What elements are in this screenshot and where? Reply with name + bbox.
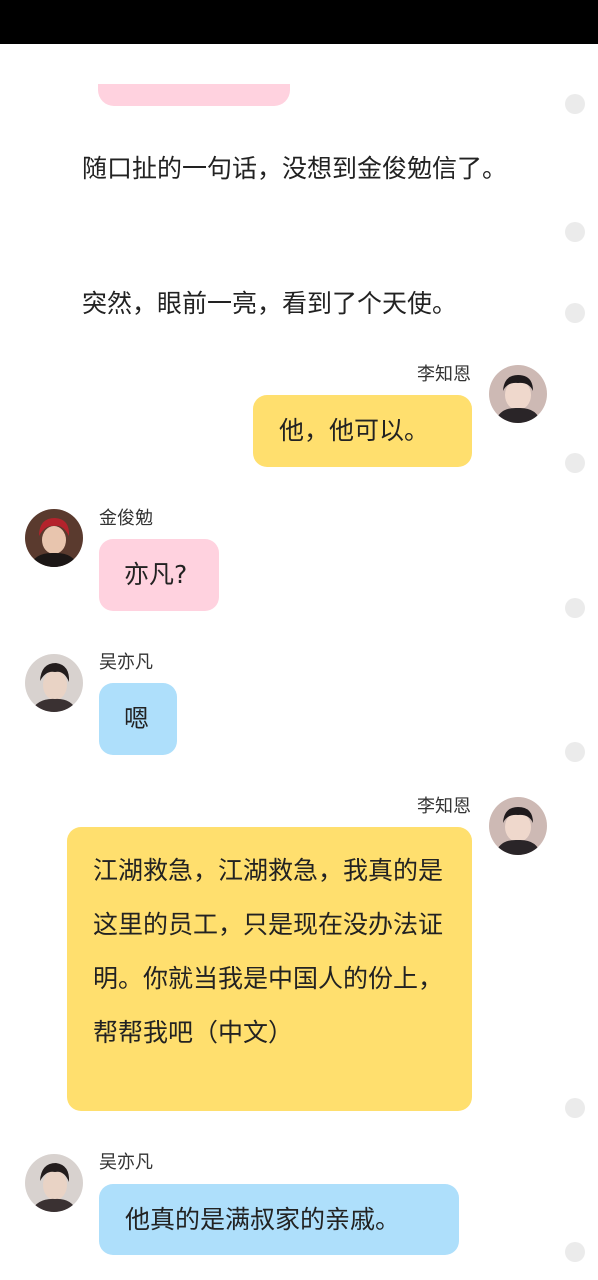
message-text: 嗯 bbox=[124, 704, 150, 733]
paragraph-comment-dot[interactable] bbox=[565, 453, 585, 473]
avatar-jin-junmian-icon[interactable] bbox=[25, 509, 83, 567]
message-text: 江湖救急，江湖救急，我真的是这里的员工，只是现在没办法证明。你就当我是中国人的份… bbox=[93, 856, 444, 1047]
paragraph-comment-dot[interactable] bbox=[565, 742, 585, 762]
story-paragraph: 突然，眼前一亮，看到了个天使。 bbox=[82, 289, 458, 318]
sender-name: 李知恩 bbox=[417, 364, 471, 385]
avatar-wu-yifan-icon[interactable] bbox=[25, 1154, 83, 1212]
message-text: 亦凡? bbox=[124, 560, 188, 589]
paragraph-comment-dot[interactable] bbox=[565, 303, 585, 323]
paragraph-comment-dot[interactable] bbox=[565, 1098, 585, 1118]
message-bubble[interactable]: 他，他可以。 bbox=[253, 395, 472, 467]
story-paragraph: 随口扯的一句话，没想到金俊勉信了。 bbox=[82, 154, 508, 183]
avatar-li-zhien-icon[interactable] bbox=[489, 797, 547, 855]
message-text: 他，他可以。 bbox=[279, 416, 430, 445]
paragraph-comment-dot[interactable] bbox=[565, 598, 585, 618]
sender-name: 吴亦凡 bbox=[99, 652, 153, 673]
avatar-li-zhien-icon[interactable] bbox=[489, 365, 547, 423]
message-text: 他真的是满叔家的亲戚。 bbox=[125, 1205, 401, 1234]
message-bubble[interactable]: 他真的是满叔家的亲戚。 bbox=[99, 1184, 459, 1255]
message-bubble[interactable]: 江湖救急，江湖救急，我真的是这里的员工，只是现在没办法证明。你就当我是中国人的份… bbox=[67, 827, 472, 1111]
avatar-wu-yifan-icon[interactable] bbox=[25, 654, 83, 712]
previous-bubble-partial bbox=[98, 84, 290, 106]
sender-name: 李知恩 bbox=[417, 796, 471, 817]
message-bubble[interactable]: 嗯 bbox=[99, 683, 177, 755]
paragraph-comment-dot[interactable] bbox=[565, 94, 585, 114]
paragraph-comment-dot[interactable] bbox=[565, 222, 585, 242]
paragraph-comment-dot[interactable] bbox=[565, 1242, 585, 1262]
message-bubble[interactable]: 亦凡? bbox=[99, 539, 219, 611]
sender-name: 金俊勉 bbox=[99, 508, 153, 529]
status-bar bbox=[0, 0, 598, 44]
sender-name: 吴亦凡 bbox=[99, 1152, 153, 1173]
